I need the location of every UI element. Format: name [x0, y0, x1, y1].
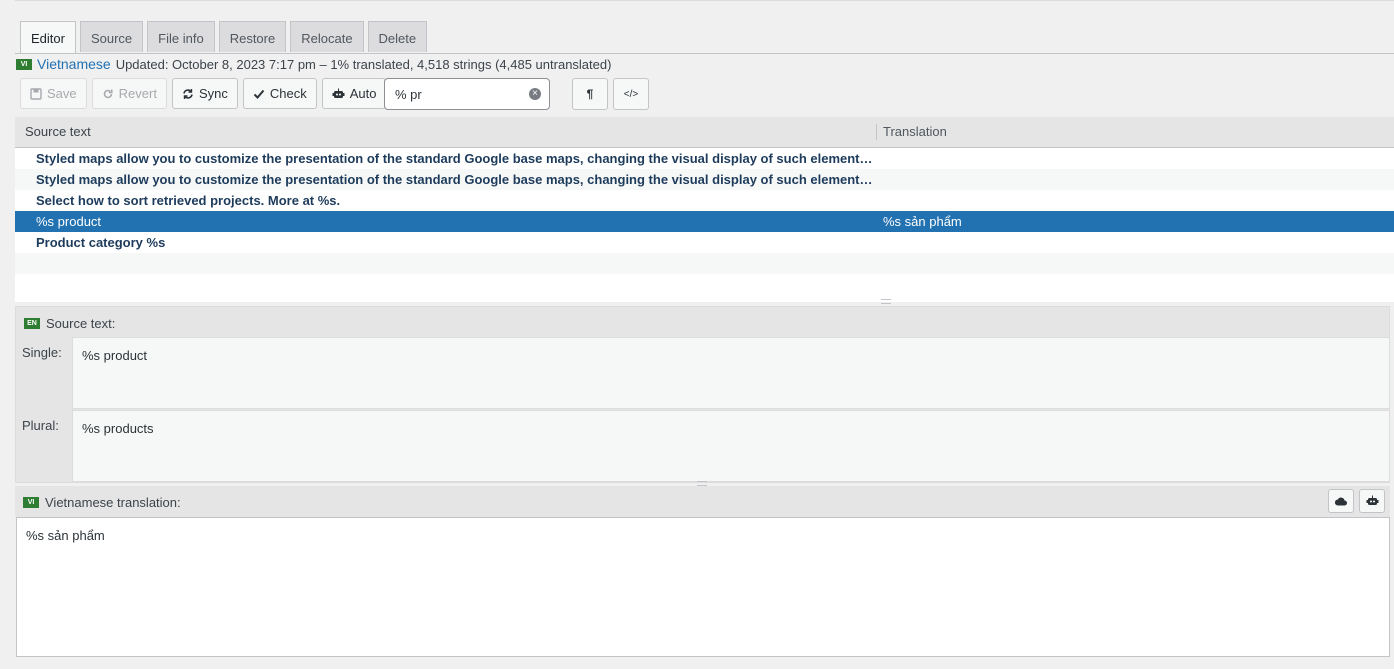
auto-button[interactable]: Auto: [321, 78, 387, 109]
invisibles-toggle-button[interactable]: ¶: [572, 78, 608, 110]
sync-button[interactable]: Sync: [171, 78, 238, 109]
revert-button[interactable]: Revert: [91, 78, 167, 109]
table-row[interactable]: Styled maps allow you to customize the p…: [15, 148, 1394, 169]
tabs-divider: [15, 53, 1394, 54]
single-source-field: %s product: [72, 337, 1390, 409]
translation-textarea[interactable]: %s sản phẩm: [16, 517, 1390, 657]
grid-resize-handle[interactable]: [881, 299, 891, 304]
code-icon: </>: [623, 88, 639, 100]
translation-panel-title: VI Vietnamese translation:: [23, 495, 181, 510]
table-row-selected[interactable]: %s product %s sản phẩm: [15, 211, 1394, 232]
robot-icon: [332, 88, 345, 98]
language-link[interactable]: Vietnamese: [37, 56, 111, 72]
source-panel-label: Source text:: [46, 316, 116, 331]
source-column-header[interactable]: Source text: [25, 124, 91, 139]
revert-icon: [103, 89, 113, 98]
save-button[interactable]: Save: [20, 78, 87, 109]
toolbar: Save Revert Sync Check Auto: [20, 78, 391, 109]
check-label: Check: [269, 86, 307, 101]
table-row[interactable]: Product category %s: [15, 232, 1394, 253]
cloud-suggest-button[interactable]: [1328, 489, 1354, 513]
row-source: Select how to sort retrieved projects. M…: [36, 193, 341, 208]
row-source: Product category %s: [36, 235, 166, 250]
sync-label: Sync: [198, 86, 228, 101]
plural-label: Plural:: [22, 418, 59, 433]
revert-label: Revert: [118, 86, 157, 101]
grid-header: Source text Translation: [15, 117, 1394, 148]
check-button[interactable]: Check: [242, 78, 317, 109]
single-label: Single:: [22, 345, 62, 360]
table-row[interactable]: Select how to sort retrieved projects. M…: [15, 190, 1394, 211]
source-panel-title: EN Source text:: [24, 316, 115, 331]
auto-translate-button[interactable]: [1359, 489, 1385, 513]
robot-icon: [1366, 495, 1378, 505]
checkmark-icon: [253, 89, 265, 99]
tab-file-info[interactable]: File info: [147, 21, 215, 52]
top-divider: [15, 0, 1394, 1]
floppy-disk-icon: [30, 87, 42, 100]
row-source: Styled maps allow you to customize the p…: [36, 151, 876, 166]
row-source: Styled maps allow you to customize the p…: [36, 172, 876, 187]
table-row[interactable]: Styled maps allow you to customize the p…: [15, 169, 1394, 190]
editor-tabs: Editor Source File info Restore Relocate…: [20, 21, 428, 54]
strings-grid: Source text Translation Styled maps allo…: [15, 117, 1394, 304]
auto-label: Auto: [349, 86, 377, 101]
tab-editor[interactable]: Editor: [20, 21, 76, 54]
clear-filter-icon[interactable]: ×: [529, 88, 541, 100]
pilcrow-icon: ¶: [586, 87, 594, 101]
status-line: VI Vietnamese Updated: October 8, 2023 7…: [16, 56, 611, 72]
code-view-toggle-button[interactable]: </>: [613, 78, 649, 110]
tab-delete[interactable]: Delete: [367, 21, 428, 52]
language-flag-icon: VI: [16, 58, 32, 70]
vietnamese-flag-icon: VI: [23, 497, 39, 508]
cloud-icon: [1335, 497, 1347, 506]
translation-column-header[interactable]: Translation: [883, 124, 947, 139]
translation-panel-header: VI Vietnamese translation:: [15, 486, 1390, 517]
row-translation: %s sản phẩm: [883, 214, 962, 229]
empty-row: [15, 274, 1394, 295]
filter-input[interactable]: [393, 85, 527, 103]
sync-icon: [183, 88, 193, 99]
status-text: Updated: October 8, 2023 7:17 pm – 1% tr…: [115, 56, 612, 72]
column-divider[interactable]: [876, 124, 877, 140]
grid-rows: Styled maps allow you to customize the p…: [15, 148, 1394, 295]
plural-source-field: %s products: [72, 410, 1390, 482]
tab-source[interactable]: Source: [79, 21, 144, 52]
tab-restore[interactable]: Restore: [218, 21, 287, 52]
translation-panel-label: Vietnamese translation:: [45, 495, 181, 510]
save-label: Save: [47, 86, 77, 101]
source-text-panel: EN Source text: Single: %s product Plura…: [15, 306, 1390, 486]
tab-relocate[interactable]: Relocate: [290, 21, 364, 52]
row-source: %s product: [36, 214, 102, 229]
english-flag-icon: EN: [24, 318, 40, 329]
filter-search: ×: [384, 78, 550, 110]
empty-row: [15, 253, 1394, 274]
